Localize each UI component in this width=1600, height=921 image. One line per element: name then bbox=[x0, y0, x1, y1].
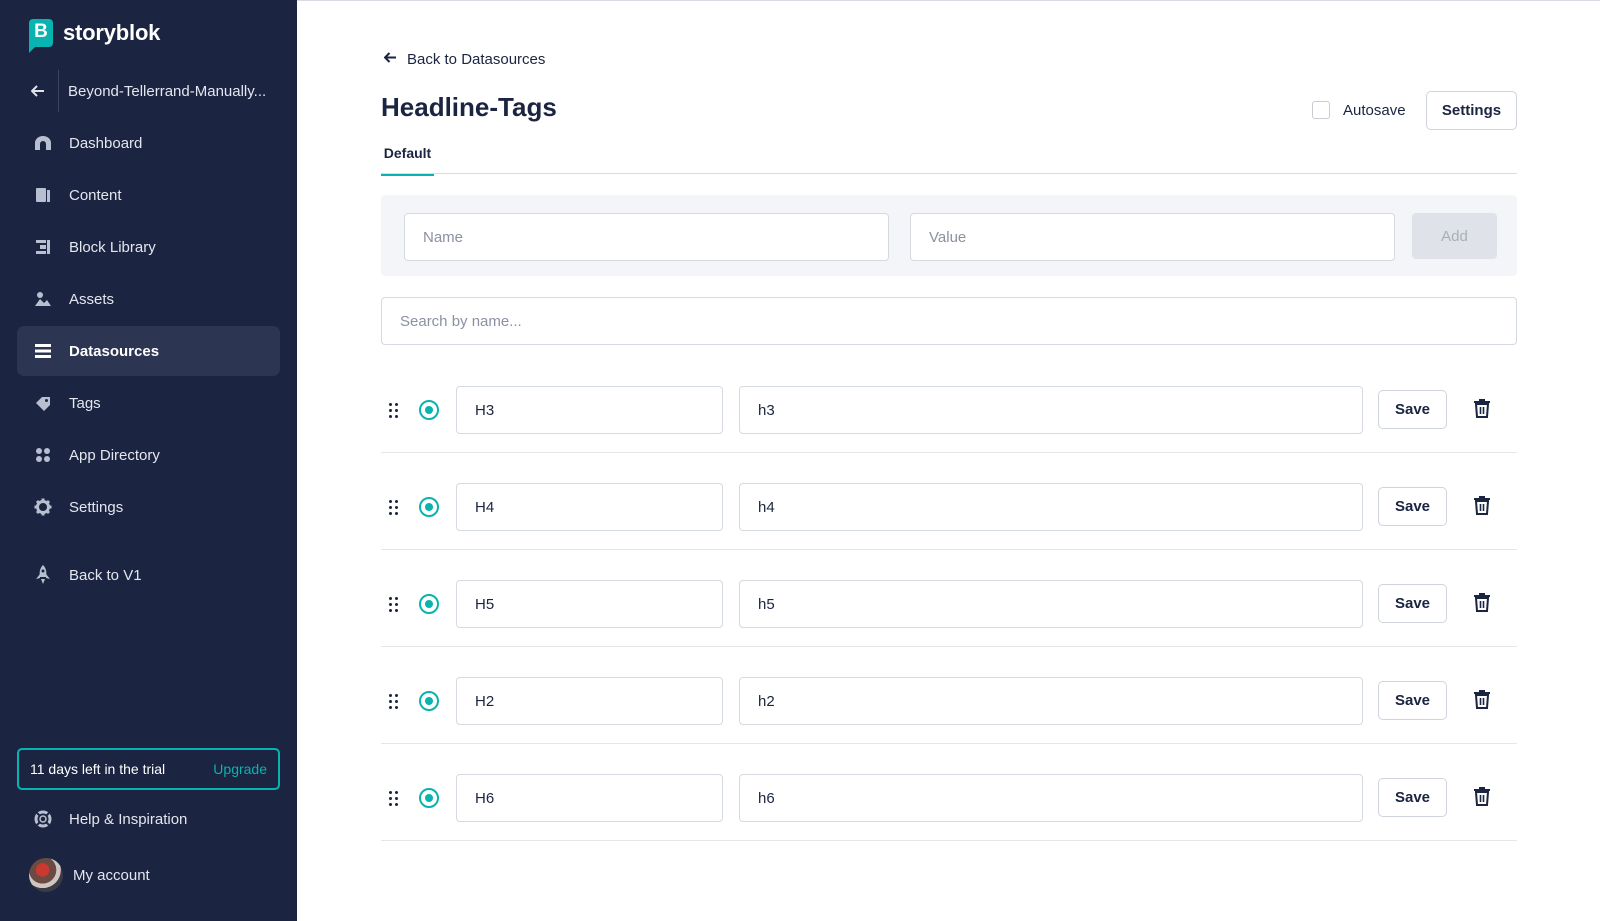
sidebar-item-dashboard[interactable]: Dashboard bbox=[17, 118, 280, 168]
my-account[interactable]: My account bbox=[29, 858, 150, 892]
entry-value-input[interactable]: h5 bbox=[739, 580, 1363, 628]
name-input[interactable]: Name bbox=[404, 213, 889, 261]
autosave-checkbox[interactable] bbox=[1312, 101, 1330, 119]
drag-handle-icon[interactable] bbox=[389, 597, 399, 613]
table-row: H3 h3 Save bbox=[381, 356, 1517, 453]
lifebuoy-icon bbox=[33, 809, 53, 829]
tab-divider bbox=[381, 173, 1517, 174]
sidebar-item-help[interactable]: Help & Inspiration bbox=[17, 794, 280, 844]
tags-icon bbox=[33, 393, 53, 413]
space-switcher[interactable]: Beyond-Tellerrand-Manually... bbox=[17, 70, 280, 112]
block-library-icon bbox=[33, 237, 53, 257]
sidebar-item-label: Help & Inspiration bbox=[69, 810, 188, 828]
entry-name-input[interactable]: H2 bbox=[456, 677, 723, 725]
content-icon bbox=[33, 185, 53, 205]
trash-icon[interactable] bbox=[1473, 398, 1493, 420]
sidebar-item-datasources[interactable]: Datasources bbox=[17, 326, 280, 376]
space-name: Beyond-Tellerrand-Manually... bbox=[68, 82, 267, 100]
add-button[interactable]: Add bbox=[1412, 213, 1497, 259]
default-radio[interactable] bbox=[419, 691, 439, 711]
settings-gear-icon bbox=[33, 497, 53, 517]
sidebar: B storyblok Beyond-Tellerrand-Manually..… bbox=[0, 0, 297, 921]
entry-name-input[interactable]: H6 bbox=[456, 774, 723, 822]
page-title: Headline-Tags bbox=[381, 92, 557, 122]
sidebar-item-label: Block Library bbox=[69, 238, 156, 256]
sidebar-item-back-to-v1[interactable]: Back to V1 bbox=[17, 550, 280, 600]
trial-banner: 11 days left in the trial Upgrade bbox=[17, 748, 280, 790]
sidebar-item-label: Assets bbox=[69, 290, 115, 308]
sidebar-item-label: Dashboard bbox=[69, 134, 143, 152]
trash-icon[interactable] bbox=[1473, 786, 1493, 808]
save-button[interactable]: Save bbox=[1378, 390, 1447, 429]
sidebar-item-assets[interactable]: Assets bbox=[17, 274, 280, 324]
entry-name-input[interactable]: H3 bbox=[456, 386, 723, 434]
settings-button[interactable]: Settings bbox=[1426, 91, 1517, 130]
sidebar-nav: Dashboard Content Block Library Assets D… bbox=[17, 118, 280, 534]
save-button[interactable]: Save bbox=[1378, 778, 1447, 817]
search-input[interactable]: Search by name... bbox=[381, 297, 1517, 345]
entry-value-input[interactable]: h2 bbox=[739, 677, 1363, 725]
back-to-datasources-link[interactable]: Back to Datasources bbox=[383, 50, 546, 68]
save-button[interactable]: Save bbox=[1378, 487, 1447, 526]
tab-default[interactable]: Default bbox=[381, 142, 434, 176]
logo-mark-icon: B bbox=[29, 19, 53, 53]
sidebar-item-label: App Directory bbox=[69, 446, 160, 464]
default-radio[interactable] bbox=[419, 497, 439, 517]
drag-handle-icon[interactable] bbox=[389, 694, 399, 710]
app-directory-icon bbox=[33, 445, 53, 465]
trash-icon[interactable] bbox=[1473, 495, 1493, 517]
datasources-icon bbox=[33, 341, 53, 361]
default-radio[interactable] bbox=[419, 788, 439, 808]
save-button[interactable]: Save bbox=[1378, 584, 1447, 623]
entry-value-input[interactable]: h4 bbox=[739, 483, 1363, 531]
drag-handle-icon[interactable] bbox=[389, 500, 399, 516]
sidebar-item-label: Settings bbox=[69, 498, 124, 516]
account-label: My account bbox=[73, 866, 150, 884]
table-row: H2 h2 Save bbox=[381, 647, 1517, 744]
drag-handle-icon[interactable] bbox=[389, 791, 399, 807]
sidebar-item-settings[interactable]: Settings bbox=[17, 482, 280, 532]
value-input[interactable]: Value bbox=[910, 213, 1395, 261]
entry-value-input[interactable]: h3 bbox=[739, 386, 1363, 434]
rocket-icon bbox=[33, 565, 53, 585]
table-row: H6 h6 Save bbox=[381, 744, 1517, 841]
help-section: Help & Inspiration bbox=[17, 794, 280, 846]
avatar bbox=[29, 858, 63, 892]
back-to-v1: Back to V1 bbox=[17, 550, 280, 602]
entry-value-input[interactable]: h6 bbox=[739, 774, 1363, 822]
default-radio[interactable] bbox=[419, 400, 439, 420]
autosave-toggle[interactable]: Autosave bbox=[1312, 101, 1406, 119]
back-link-label: Back to Datasources bbox=[407, 50, 546, 68]
default-radio[interactable] bbox=[419, 594, 439, 614]
drag-handle-icon[interactable] bbox=[389, 403, 399, 419]
arrow-left-icon bbox=[383, 50, 397, 68]
back-arrow-icon[interactable] bbox=[17, 70, 59, 112]
dashboard-icon bbox=[33, 133, 53, 153]
sidebar-item-block-library[interactable]: Block Library bbox=[17, 222, 280, 272]
assets-icon bbox=[33, 289, 53, 309]
trial-text: 11 days left in the trial bbox=[30, 761, 166, 777]
sidebar-item-app-directory[interactable]: App Directory bbox=[17, 430, 280, 480]
autosave-label: Autosave bbox=[1343, 101, 1406, 119]
table-row: H4 h4 Save bbox=[381, 453, 1517, 550]
save-button[interactable]: Save bbox=[1378, 681, 1447, 720]
trash-icon[interactable] bbox=[1473, 689, 1493, 711]
trash-icon[interactable] bbox=[1473, 592, 1493, 614]
logo-text: storyblok bbox=[63, 20, 161, 45]
sidebar-item-label: Back to V1 bbox=[69, 566, 142, 584]
sidebar-item-content[interactable]: Content bbox=[17, 170, 280, 220]
sidebar-item-label: Tags bbox=[69, 394, 101, 412]
sidebar-item-tags[interactable]: Tags bbox=[17, 378, 280, 428]
upgrade-link[interactable]: Upgrade bbox=[213, 761, 267, 777]
sidebar-item-label: Content bbox=[69, 186, 122, 204]
table-row: H5 h5 Save bbox=[381, 550, 1517, 647]
sidebar-item-label: Datasources bbox=[69, 342, 160, 360]
entry-name-input[interactable]: H5 bbox=[456, 580, 723, 628]
entry-name-input[interactable]: H4 bbox=[456, 483, 723, 531]
storyblok-logo[interactable]: B storyblok bbox=[29, 19, 161, 53]
top-divider bbox=[297, 0, 1600, 1]
